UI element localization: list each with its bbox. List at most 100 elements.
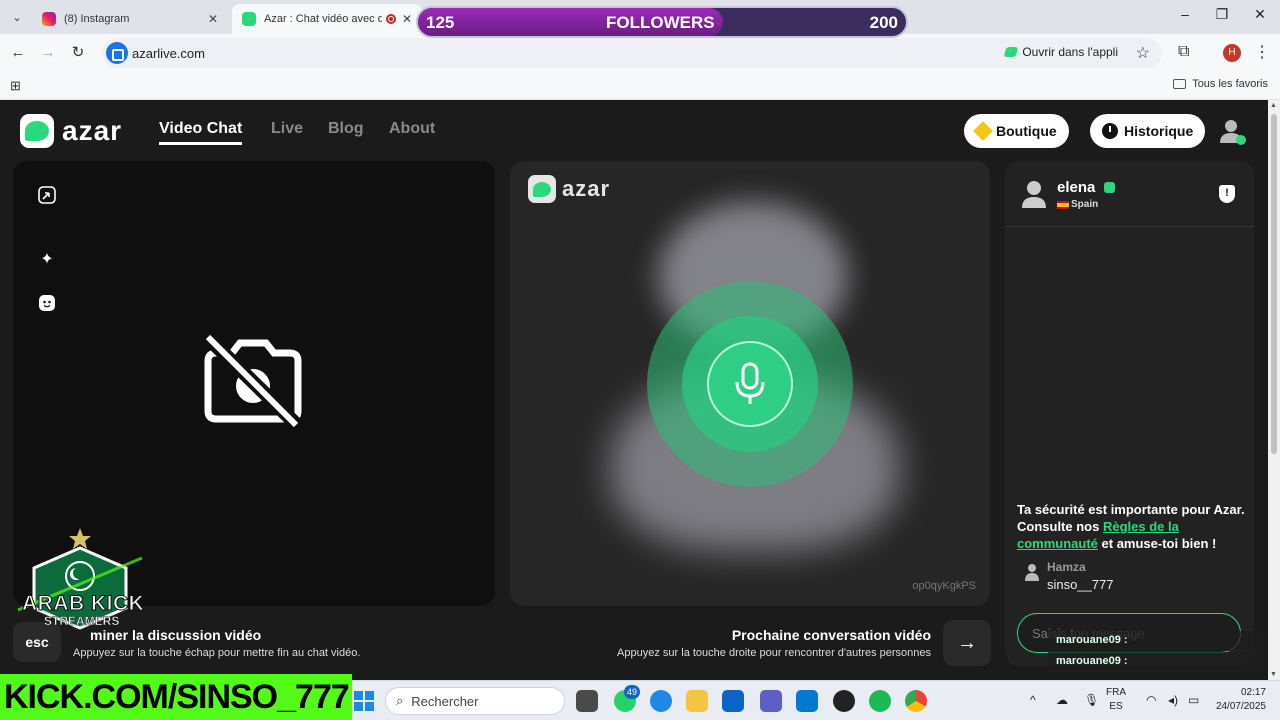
next-chat-title: Prochaine conversation vidéo	[731, 627, 931, 643]
sparkle-effects-icon[interactable]: ✦	[37, 249, 57, 269]
all-bookmarks-label: Tous les favoris	[1192, 78, 1268, 90]
clock-date: 24/07/2025	[1215, 701, 1266, 712]
followers-current: 125	[426, 13, 455, 32]
camera-off-icon	[201, 331, 303, 431]
peer-id: op0qyKgkPS	[912, 580, 976, 592]
peer-country: Spain	[1071, 199, 1099, 210]
message-text: sinso__777	[1047, 577, 1114, 592]
apps-grid-icon[interactable]: ⊞	[10, 78, 21, 94]
volume-icon[interactable]: ◂)	[1168, 693, 1178, 707]
teams-icon[interactable]	[760, 690, 782, 712]
safety-notice: Ta sécurité est importante pour Azar. Co…	[1017, 501, 1247, 552]
close-icon[interactable]: ✕	[208, 12, 218, 26]
system-clock[interactable]: 02:17 24/07/2025	[1210, 686, 1266, 714]
azar-logo-icon	[528, 175, 556, 203]
browser-toolbar: ← → ↻ azarlive.com Ouvrir dans l'appli ☆	[0, 34, 1280, 72]
site-info-icon[interactable]	[106, 42, 128, 64]
minimize-view-icon[interactable]	[37, 185, 57, 205]
outlook-icon[interactable]	[722, 690, 744, 712]
microphone-tray-icon[interactable]: 🎙	[1084, 693, 1099, 707]
safety-text-end: et amuse-toi bien !	[1097, 536, 1217, 551]
bookmarks-bar: ⊞ Tous les favoris	[0, 72, 1280, 100]
azar-logo-icon	[20, 114, 54, 148]
peer-avatar[interactable]	[1021, 179, 1047, 209]
tab-title: Azar : Chat vidéo avec de n	[264, 13, 382, 25]
tab-azar[interactable]: Azar : Chat vidéo avec de n ✕	[232, 4, 422, 34]
lang-top: FRA	[1106, 687, 1126, 698]
spain-flag-icon	[1057, 201, 1069, 209]
restore-icon[interactable]: ❐	[1207, 6, 1237, 23]
scroll-up-icon[interactable]: ▲	[1270, 102, 1277, 109]
onedrive-icon[interactable]: ☁	[1056, 693, 1068, 707]
taskbar-search[interactable]: ⌕ Rechercher	[385, 687, 565, 715]
next-chat-button[interactable]: →	[943, 620, 991, 666]
tray-overflow-icon[interactable]: ^	[1030, 693, 1036, 707]
url-text: azarlive.com	[132, 46, 205, 61]
tab-instagram[interactable]: (8) Instagram ✕	[32, 4, 228, 34]
nav-blog[interactable]: Blog	[328, 120, 364, 138]
followers-goal: 200	[869, 13, 898, 32]
forward-arrow-icon[interactable]: →	[38, 43, 58, 63]
nav-video-chat[interactable]: Video Chat	[159, 120, 243, 145]
input-language[interactable]: FRA ES	[1106, 686, 1126, 714]
azar-icon	[1003, 47, 1019, 57]
followers-goal-bar: 125 FOLLOWERS 200	[416, 6, 908, 38]
microphone-icon	[735, 362, 765, 404]
brand-name: azar	[562, 176, 611, 201]
followers-label: FOLLOWERS	[606, 13, 715, 32]
window-close-icon[interactable]: ✕	[1245, 6, 1275, 23]
recording-icon	[385, 14, 396, 24]
extensions-icon[interactable]: ⧉	[1178, 43, 1189, 61]
tab-search-dropdown-icon[interactable]: ⌄	[6, 6, 28, 28]
reload-icon[interactable]: ↻	[68, 43, 88, 63]
edge-icon[interactable]	[650, 690, 672, 712]
back-arrow-icon[interactable]: ←	[8, 43, 28, 63]
end-chat-hint: Appuyez sur la touche échap pour mettre …	[73, 647, 361, 659]
historique-label: Historique	[1124, 123, 1194, 139]
profile-avatar[interactable]: H	[1223, 44, 1241, 62]
badge-subtitle: STREAMERS	[44, 614, 120, 629]
user-profile-icon[interactable]	[1217, 116, 1247, 146]
vscode-icon[interactable]	[796, 690, 818, 712]
azar-logo[interactable]: azar	[20, 114, 122, 148]
stream-chat-line: marouane09 :	[1048, 652, 1268, 672]
diamond-icon	[973, 121, 993, 141]
windows-start-icon[interactable]	[354, 691, 374, 711]
bookmark-star-icon[interactable]: ☆	[1136, 43, 1150, 63]
brand-name: azar	[62, 115, 123, 146]
tab-title: (8) Instagram	[64, 13, 130, 25]
open-in-app-button[interactable]: Ouvrir dans l'appli	[1003, 45, 1118, 59]
scroll-thumb[interactable]	[1271, 114, 1277, 454]
battery-icon[interactable]: ▭	[1188, 693, 1199, 707]
page-scrollbar[interactable]: ▲ ▼	[1268, 100, 1280, 680]
spotify-icon[interactable]	[869, 690, 891, 712]
microphone-button[interactable]	[707, 341, 793, 427]
taskbar-search-label: Rechercher	[411, 693, 479, 709]
file-explorer-icon[interactable]	[686, 690, 708, 712]
task-view-icon[interactable]	[576, 690, 598, 712]
obs-icon[interactable]	[833, 690, 855, 712]
clock-icon	[1102, 123, 1118, 139]
address-bar[interactable]: azarlive.com Ouvrir dans l'appli ☆	[102, 38, 1162, 68]
wifi-icon[interactable]: ◠	[1146, 693, 1156, 707]
azar-watermark: azar	[528, 175, 610, 203]
peer-name: elena	[1057, 179, 1096, 196]
report-shield-icon[interactable]: !	[1219, 185, 1235, 203]
nav-live[interactable]: Live	[271, 120, 303, 138]
historique-button[interactable]: Historique	[1090, 114, 1206, 148]
message-author: Hamza	[1047, 560, 1086, 574]
all-bookmarks-button[interactable]: Tous les favoris	[1173, 78, 1268, 90]
minimize-icon[interactable]: –	[1170, 6, 1200, 22]
chrome-icon[interactable]	[905, 690, 927, 712]
scroll-down-icon[interactable]: ▼	[1270, 671, 1277, 678]
arrow-right-icon: →	[957, 631, 977, 654]
folder-icon	[1173, 79, 1187, 89]
message-avatar	[1025, 564, 1039, 581]
boutique-button[interactable]: Boutique	[964, 114, 1069, 148]
browser-menu-icon[interactable]: ⋮	[1254, 42, 1270, 62]
face-filter-icon[interactable]	[37, 293, 57, 313]
close-icon[interactable]: ✕	[402, 12, 412, 26]
nav-about[interactable]: About	[389, 120, 435, 138]
instagram-icon	[42, 12, 56, 26]
badge-title: ARAB KICK	[21, 592, 145, 616]
